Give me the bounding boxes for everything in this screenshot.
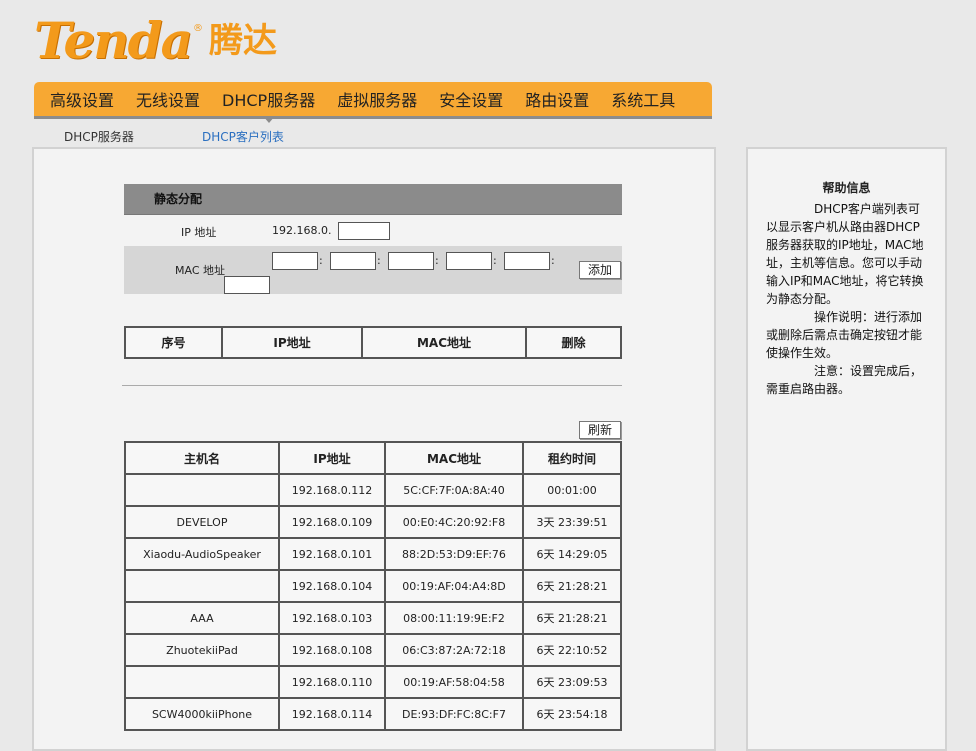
table-row: Xiaodu-AudioSpeaker 192.168.0.101 88:2D:… <box>124 537 622 571</box>
static-ip-row: IP 地址 192.168.0. <box>124 216 622 246</box>
add-button[interactable]: 添加 <box>579 261 621 279</box>
cell-lease: 3天 23:39:51 <box>522 505 622 539</box>
nav-wireless-settings[interactable]: 无线设置 <box>136 87 200 111</box>
main-nav: 高级设置 无线设置 DHCP服务器 虚拟服务器 安全设置 路由设置 系统工具 <box>34 82 712 123</box>
mac-input-5[interactable] <box>504 252 550 270</box>
col-mac: MAC地址 <box>361 326 527 359</box>
cell-hostname: ZhuotekiiPad <box>124 633 280 667</box>
col-lease-time: 租约时间 <box>522 441 622 475</box>
logo-brand-en: Tenda <box>34 11 193 70</box>
cell-hostname <box>124 569 280 603</box>
help-text: DHCP客户端列表可以显示客户机从路由器DHCP服务器获取的IP地址，MAC地址… <box>766 200 927 398</box>
mac-input-1[interactable] <box>272 252 318 270</box>
static-alloc-title: 静态分配 <box>154 192 203 206</box>
mac-input-4[interactable] <box>446 252 492 270</box>
cell-ip: 192.168.0.101 <box>278 537 386 571</box>
logo-brand-cn: 腾达 <box>209 21 277 61</box>
cell-lease: 00:01:00 <box>522 473 622 507</box>
nav-security-settings[interactable]: 安全设置 <box>439 87 503 111</box>
cell-ip: 192.168.0.110 <box>278 665 386 699</box>
static-list-table: 序号 IP地址 MAC地址 删除 <box>124 326 622 359</box>
cell-mac: 06:C3:87:2A:72:18 <box>384 633 524 667</box>
cell-hostname: SCW4000kiiPhone <box>124 697 280 731</box>
table-row: SCW4000kiiPhone 192.168.0.114 DE:93:DF:F… <box>124 697 622 731</box>
table-row: DEVELOP 192.168.0.109 00:E0:4C:20:92:F8 … <box>124 505 622 539</box>
help-panel: 帮助信息 DHCP客户端列表可以显示客户机从路由器DHCP服务器获取的IP地址，… <box>746 147 947 751</box>
col-ip: IP地址 <box>221 326 363 359</box>
col-index: 序号 <box>124 326 223 359</box>
mac-colon: : <box>551 254 555 267</box>
cell-hostname <box>124 665 280 699</box>
cell-hostname: DEVELOP <box>124 505 280 539</box>
table-row: 192.168.0.104 00:19:AF:04:A4:8D 6天 21:28… <box>124 569 622 603</box>
subnav-dhcp-client-list[interactable]: DHCP客户列表 <box>202 128 284 145</box>
cell-lease: 6天 22:10:52 <box>522 633 622 667</box>
help-paragraph: 操作说明：进行添加或删除后需点击确定按钮才能使操作生效。 <box>766 310 923 360</box>
ip-label: IP 地址 <box>181 226 217 239</box>
cell-mac: 08:00:11:19:9E:F2 <box>384 601 524 635</box>
table-row: AAA 192.168.0.103 08:00:11:19:9E:F2 6天 2… <box>124 601 622 635</box>
table-row: 192.168.0.112 5C:CF:7F:0A:8A:40 00:01:00 <box>124 473 622 507</box>
cell-mac: 88:2D:53:D9:EF:76 <box>384 537 524 571</box>
subnav-dhcp-server[interactable]: DHCP服务器 <box>64 128 134 145</box>
cell-ip: 192.168.0.109 <box>278 505 386 539</box>
help-paragraph: DHCP客户端列表可以显示客户机从路由器DHCP服务器获取的IP地址，MAC地址… <box>766 202 924 306</box>
cell-lease: 6天 21:28:21 <box>522 569 622 603</box>
dhcp-client-table: 主机名 IP地址 MAC地址 租约时间 192.168.0.112 5C:CF:… <box>124 441 622 731</box>
section-divider <box>122 385 622 386</box>
cell-hostname: Xiaodu-AudioSpeaker <box>124 537 280 571</box>
table-row: ZhuotekiiPad 192.168.0.108 06:C3:87:2A:7… <box>124 633 622 667</box>
ip-prefix: 192.168.0. <box>272 224 332 237</box>
help-title: 帮助信息 <box>822 181 871 195</box>
cell-mac: 5C:CF:7F:0A:8A:40 <box>384 473 524 507</box>
cell-lease: 6天 21:28:21 <box>522 601 622 635</box>
cell-ip: 192.168.0.114 <box>278 697 386 731</box>
col-mac: MAC地址 <box>384 441 524 475</box>
mac-label: MAC 地址 <box>175 264 225 277</box>
cell-ip: 192.168.0.104 <box>278 569 386 603</box>
cell-hostname <box>124 473 280 507</box>
nav-virtual-server[interactable]: 虚拟服务器 <box>337 87 417 111</box>
mac-input-3[interactable] <box>388 252 434 270</box>
col-delete: 删除 <box>525 326 622 359</box>
mac-colon: : <box>435 254 439 267</box>
nav-system-tools[interactable]: 系统工具 <box>611 87 675 111</box>
mac-colon: : <box>377 254 381 267</box>
cell-hostname: AAA <box>124 601 280 635</box>
cell-lease: 6天 14:29:05 <box>522 537 622 571</box>
help-paragraph: 注意：设置完成后，需重启路由器。 <box>766 364 923 396</box>
cell-mac: 00:E0:4C:20:92:F8 <box>384 505 524 539</box>
refresh-button[interactable]: 刷新 <box>579 421 621 439</box>
mac-colon: : <box>319 254 323 267</box>
col-hostname: 主机名 <box>124 441 280 475</box>
tenda-logo: Tenda ® 腾达 <box>34 10 277 66</box>
cell-mac: DE:93:DF:FC:8C:F7 <box>384 697 524 731</box>
mac-input-6[interactable] <box>224 276 270 294</box>
mac-input-2[interactable] <box>330 252 376 270</box>
col-ip: IP地址 <box>278 441 386 475</box>
static-mac-row: MAC 地址 : : : : : 添加 <box>124 246 622 294</box>
cell-lease: 6天 23:54:18 <box>522 697 622 731</box>
nav-advanced-settings[interactable]: 高级设置 <box>50 87 114 111</box>
ip-last-octet-input[interactable] <box>338 222 390 240</box>
nav-routing-settings[interactable]: 路由设置 <box>525 87 589 111</box>
cell-ip: 192.168.0.108 <box>278 633 386 667</box>
logo-reg-mark: ® <box>193 23 203 34</box>
nav-dhcp-server[interactable]: DHCP服务器 <box>222 87 315 123</box>
cell-mac: 00:19:AF:58:04:58 <box>384 665 524 699</box>
cell-mac: 00:19:AF:04:A4:8D <box>384 569 524 603</box>
static-alloc-header: 静态分配 <box>124 184 622 215</box>
cell-ip: 192.168.0.103 <box>278 601 386 635</box>
table-row: 192.168.0.110 00:19:AF:58:04:58 6天 23:09… <box>124 665 622 699</box>
cell-ip: 192.168.0.112 <box>278 473 386 507</box>
cell-lease: 6天 23:09:53 <box>522 665 622 699</box>
mac-colon: : <box>493 254 497 267</box>
